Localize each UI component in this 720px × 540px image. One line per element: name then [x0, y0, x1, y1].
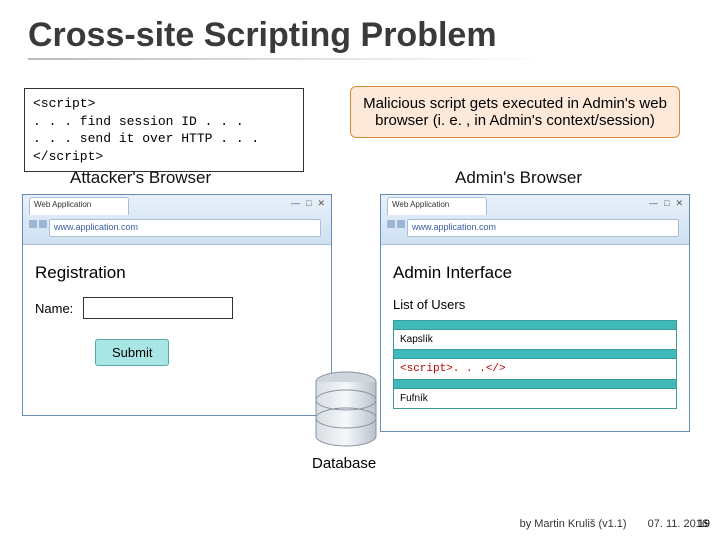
- admin-browser-label: Admin's Browser: [455, 168, 582, 188]
- browser-chrome: Web Application — □ ✕ www.application.com: [23, 195, 331, 245]
- maximize-icon[interactable]: □: [306, 198, 311, 209]
- minimize-icon[interactable]: —: [649, 198, 658, 209]
- slide-number: 19: [698, 518, 710, 530]
- maximize-icon[interactable]: □: [664, 198, 669, 209]
- close-icon[interactable]: ✕: [675, 198, 683, 209]
- forward-icon[interactable]: [39, 220, 47, 228]
- code-line: <script>: [33, 95, 295, 113]
- back-icon[interactable]: [387, 220, 395, 228]
- browser-tab[interactable]: Web Application: [29, 197, 129, 215]
- title-underline: [28, 58, 548, 60]
- database-icon: [310, 370, 382, 450]
- name-field-row: Name:: [35, 297, 319, 319]
- window-controls[interactable]: — □ ✕: [291, 198, 325, 209]
- table-row: [394, 380, 676, 389]
- admin-browser-window: Web Application —□✕ www.application.com …: [380, 194, 690, 432]
- table-row: Fufník: [394, 389, 676, 408]
- database-label: Database: [312, 455, 376, 472]
- table-row: Kapslík: [394, 330, 676, 350]
- attacker-browser-window: Web Application —□✕ www.application.com …: [22, 194, 332, 416]
- browser-tab[interactable]: Web Application: [387, 197, 487, 215]
- table-row: [394, 350, 676, 359]
- address-bar[interactable]: www.application.com: [407, 219, 679, 237]
- code-line: </script>: [33, 148, 295, 166]
- registration-heading: Registration: [35, 263, 319, 283]
- attacker-browser-label: Attacker's Browser: [70, 168, 211, 188]
- injected-script-row: <script>. . .</>: [394, 359, 676, 380]
- list-of-users-heading: List of Users: [393, 297, 677, 312]
- code-line: . . . find session ID . . .: [33, 113, 295, 131]
- script-code-block: <script> . . . find session ID . . . . .…: [24, 88, 304, 172]
- browser-chrome: Web Application — □ ✕ www.application.com: [381, 195, 689, 245]
- slide-title: Cross-site Scripting Problem: [28, 16, 497, 55]
- table-row: [394, 321, 676, 330]
- browser-body: Admin Interface List of Users Kapslík <s…: [381, 245, 689, 423]
- nav-buttons[interactable]: [387, 220, 405, 228]
- forward-icon[interactable]: [397, 220, 405, 228]
- name-input[interactable]: [83, 297, 233, 319]
- nav-buttons[interactable]: [29, 220, 47, 228]
- minimize-icon[interactable]: —: [291, 198, 300, 209]
- user-list: Kapslík <script>. . .</> Fufník: [393, 320, 677, 409]
- name-label: Name:: [35, 301, 73, 316]
- callout-box: Malicious script gets executed in Admin'…: [350, 86, 680, 138]
- address-bar[interactable]: www.application.com: [49, 219, 321, 237]
- window-controls[interactable]: — □ ✕: [649, 198, 683, 209]
- slide-footer: by Martin Kruliš (v1.1) 07. 11. 2016: [520, 518, 708, 530]
- submit-button[interactable]: Submit: [95, 339, 169, 366]
- code-line: . . . send it over HTTP . . .: [33, 130, 295, 148]
- back-icon[interactable]: [29, 220, 37, 228]
- author-text: by Martin Kruliš (v1.1): [520, 518, 627, 530]
- admin-interface-heading: Admin Interface: [393, 263, 677, 283]
- close-icon[interactable]: ✕: [317, 198, 325, 209]
- browser-body: Registration Name: Submit: [23, 245, 331, 380]
